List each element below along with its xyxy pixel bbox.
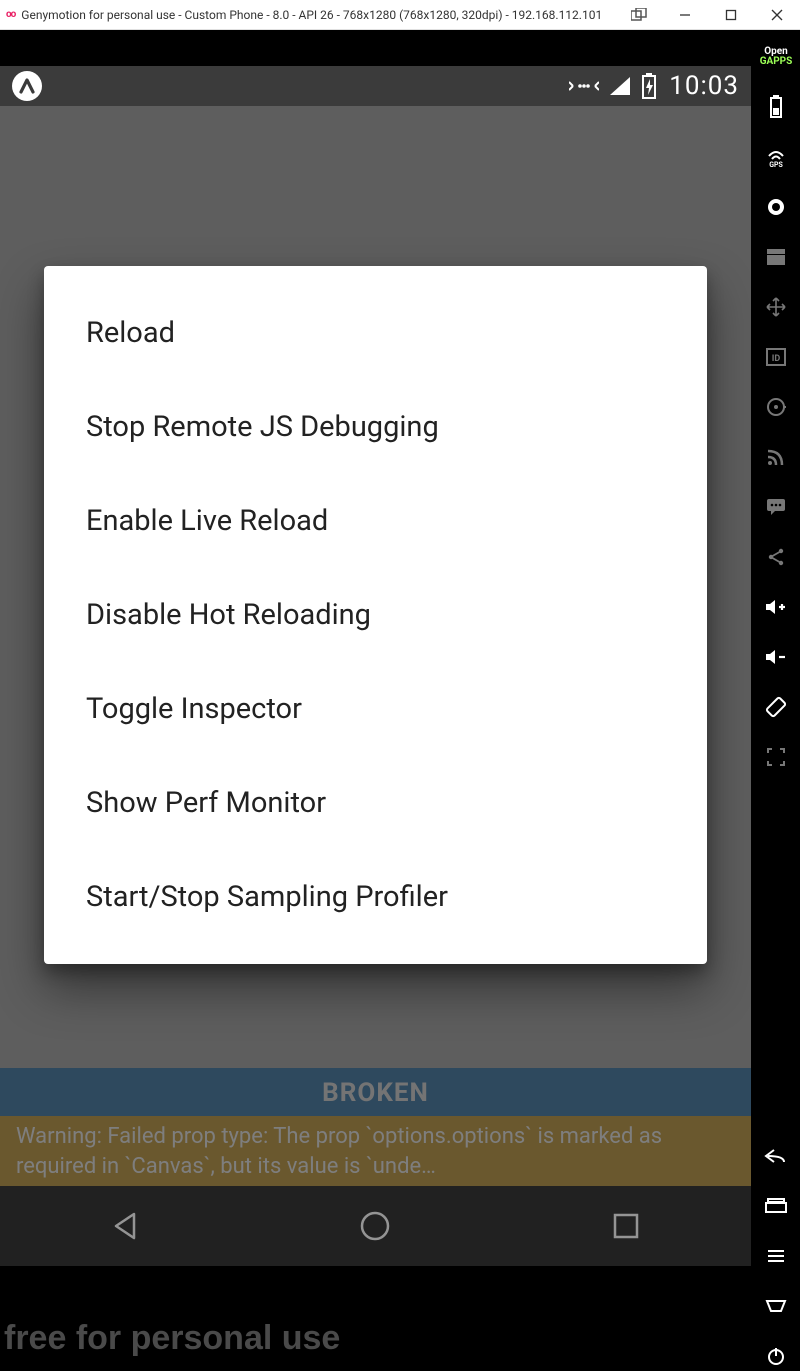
sidebar-camera-icon[interactable] [761, 192, 791, 222]
window-title: Genymotion for personal use - Custom Pho… [21, 8, 616, 22]
sidebar-home-button[interactable] [761, 1291, 791, 1321]
svg-text:ID: ID [772, 354, 781, 364]
dev-menu-item-stop-remote-debug[interactable]: Stop Remote JS Debugging [44, 380, 707, 474]
battery-charging-icon [641, 73, 657, 99]
sidebar-disc-icon[interactable] [761, 392, 791, 422]
sidebar-move-icon[interactable] [761, 292, 791, 322]
dev-menu-item-perf-monitor[interactable]: Show Perf Monitor [44, 756, 707, 850]
dev-menu-item-toggle-inspector[interactable]: Toggle Inspector [44, 662, 707, 756]
personal-use-footer: free for personal use [0, 1317, 751, 1371]
dev-menu-item-enable-live-reload[interactable]: Enable Live Reload [44, 474, 707, 568]
sidebar-rotate-button[interactable] [761, 692, 791, 722]
status-clock: 10:03 [669, 71, 739, 101]
sidebar-power-button[interactable] [761, 1341, 791, 1371]
dev-menu-item-sampling-profiler[interactable]: Start/Stop Sampling Profiler [44, 850, 707, 944]
network-activity-icon [569, 76, 599, 96]
emulator-sidebar: OpenGAPPS GPS ID [752, 30, 800, 1371]
android-status-bar: 10:03 [0, 66, 751, 106]
genymotion-logo-icon: oo [6, 9, 15, 20]
signal-icon [609, 76, 631, 96]
sidebar-sms-icon[interactable] [761, 492, 791, 522]
dev-menu-item-disable-hot-reload[interactable]: Disable Hot Reloading [44, 568, 707, 662]
sidebar-fullscreen-icon[interactable] [761, 742, 791, 772]
sidebar-rss-icon[interactable] [761, 442, 791, 472]
window-close-button[interactable] [754, 0, 800, 30]
sidebar-gapps-button[interactable]: OpenGAPPS [761, 42, 791, 72]
sidebar-volume-down-button[interactable] [761, 642, 791, 672]
sidebar-app-switch-button[interactable] [761, 1191, 791, 1221]
sidebar-share-icon[interactable] [761, 542, 791, 572]
sidebar-menu-button[interactable] [761, 1241, 791, 1271]
window-minimize-button[interactable] [662, 0, 708, 30]
svg-text:GPS: GPS [769, 161, 783, 168]
dev-menu-item-reload[interactable]: Reload [44, 286, 707, 380]
app-badge-icon [12, 71, 42, 101]
sidebar-battery-icon[interactable] [761, 92, 791, 122]
emulator-viewport: 10:03 BROKEN Warning: Failed prop type: … [0, 30, 752, 1371]
window-multiwindow-icon[interactable] [616, 0, 662, 30]
window-titlebar: oo Genymotion for personal use - Custom … [0, 0, 800, 30]
app-content: BROKEN Warning: Failed prop type: The pr… [0, 106, 751, 1266]
sidebar-clapper-icon[interactable] [761, 242, 791, 272]
window-maximize-button[interactable] [708, 0, 754, 30]
sidebar-back-button[interactable] [761, 1141, 791, 1171]
dev-menu-dialog: Reload Stop Remote JS Debugging Enable L… [44, 266, 707, 964]
sidebar-gps-icon[interactable]: GPS [761, 142, 791, 172]
sidebar-id-icon[interactable]: ID [761, 342, 791, 372]
sidebar-volume-up-button[interactable] [761, 592, 791, 622]
